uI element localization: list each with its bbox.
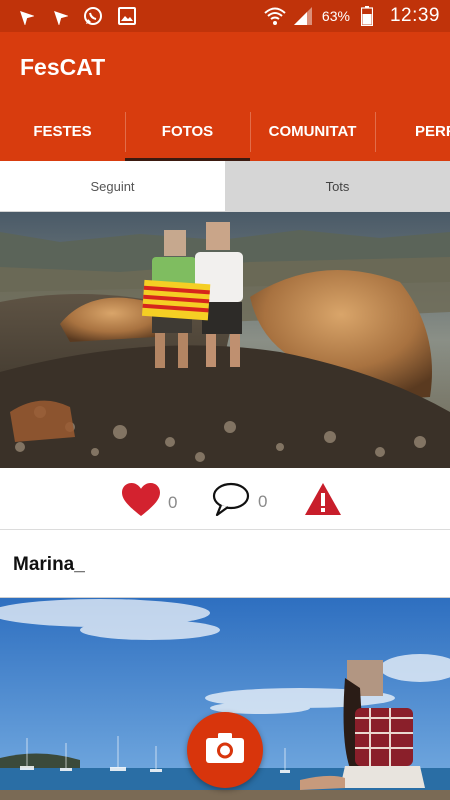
navigation-arrow-icon <box>14 5 36 27</box>
camera-button[interactable] <box>187 712 263 788</box>
tab-label: FOTOS <box>161 123 214 140</box>
comment-count: 0 <box>258 491 268 511</box>
tab-comunitat[interactable]: COMUNITAT <box>250 102 375 161</box>
filter-all-button[interactable]: Tots <box>225 161 450 211</box>
battery-percent: 63% <box>321 8 350 24</box>
app-title: FesCAT <box>20 54 106 80</box>
clock: 12:39 <box>389 5 440 26</box>
like-count: 0 <box>168 492 178 512</box>
comment-action[interactable]: 0 <box>212 482 267 521</box>
wifi-icon <box>264 5 286 27</box>
report-action[interactable] <box>304 482 342 521</box>
navigation-arrow-icon <box>48 5 70 27</box>
post-author[interactable]: Marina_ <box>13 554 85 576</box>
tab-bar: FESTES FOTOS COMUNITAT PERF <box>0 102 450 161</box>
app-bar: FesCAT <box>0 32 450 102</box>
heart-icon[interactable] <box>122 483 160 522</box>
like-action[interactable]: 0 <box>122 483 177 522</box>
whatsapp-icon <box>82 5 104 27</box>
signal-icon <box>292 5 314 27</box>
comment-icon[interactable] <box>212 482 250 521</box>
tab-label: FESTES <box>33 123 92 140</box>
report-warning-icon[interactable] <box>304 482 342 521</box>
tab-label: PERF <box>415 123 450 140</box>
post-photo[interactable] <box>0 212 450 468</box>
tab-perfil[interactable]: PERF <box>375 102 450 161</box>
camera-icon <box>205 732 245 769</box>
app-screen: 63% 12:39 FesCAT FESTES FOTOS COMUNITAT … <box>0 0 450 800</box>
filter-following-button[interactable]: Seguint <box>0 161 225 211</box>
status-bar: 63% 12:39 <box>0 0 450 32</box>
image-icon <box>116 5 138 27</box>
battery-icon <box>356 5 378 27</box>
post-actions: 0 0 <box>0 468 450 530</box>
tab-festes[interactable]: FESTES <box>0 102 125 161</box>
feed-filter: Seguint Tots <box>0 161 450 212</box>
tab-fotos[interactable]: FOTOS <box>125 102 250 161</box>
tab-label: COMUNITAT <box>268 123 357 140</box>
